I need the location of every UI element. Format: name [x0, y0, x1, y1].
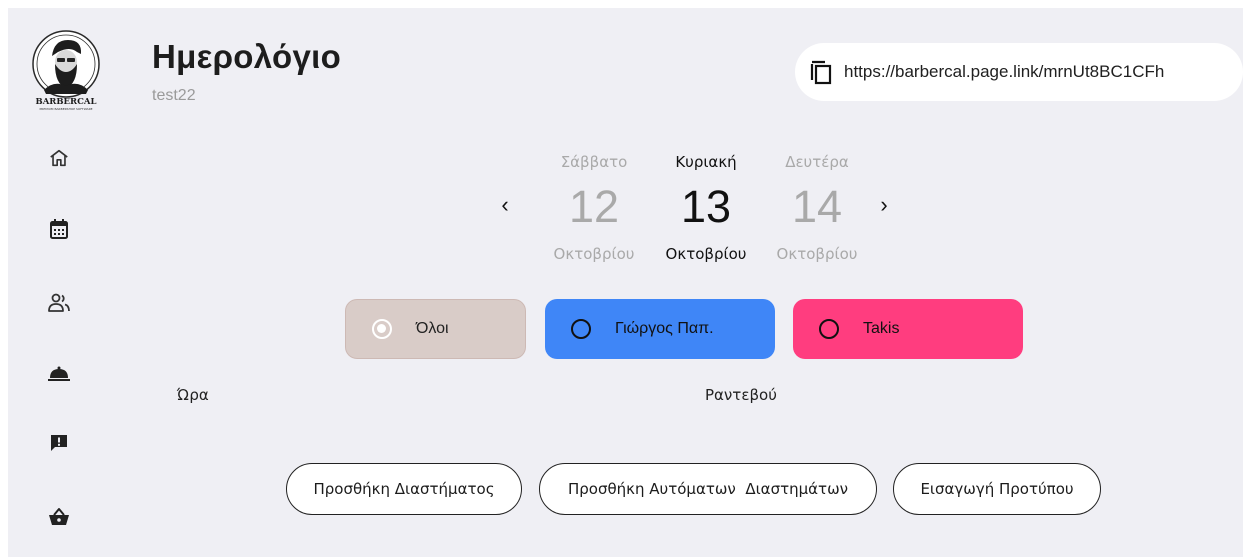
people-icon	[48, 293, 70, 312]
date-current[interactable]: Κυριακή 13 Οκτοβρίου	[651, 153, 761, 263]
sidebar-item-services[interactable]	[46, 361, 72, 387]
add-slot-button[interactable]: Προσθήκη Διαστήματος	[286, 463, 522, 515]
sidebar-item-customers[interactable]	[46, 290, 72, 316]
radio-unselected-icon[interactable]	[819, 319, 839, 339]
month-label: Οκτοβρίου	[776, 245, 858, 263]
filter-chip-label: Όλοι	[416, 320, 449, 337]
basket-icon	[49, 508, 69, 525]
day-number: 13	[680, 181, 732, 232]
barbercal-logo: BARBERCAL PREMIUM BARBERSHOP SOFTWARE	[24, 22, 108, 112]
page-subtitle: test22	[152, 87, 196, 104]
page-title: Ημερολόγιο	[152, 38, 342, 75]
home-icon	[50, 149, 68, 167]
sidebar-item-home[interactable]	[46, 145, 72, 171]
svg-text:BARBERCAL: BARBERCAL	[36, 97, 97, 107]
share-link-text[interactable]: https://barbercal.page.link/mrnUt8BC1CFh	[844, 62, 1164, 82]
share-link-pill[interactable]: https://barbercal.page.link/mrnUt8BC1CFh	[795, 43, 1243, 101]
add-auto-slots-button[interactable]: Προσθήκη Αυτόματων Διαστημάτων	[539, 463, 877, 515]
day-number: 12	[568, 181, 620, 232]
date-next[interactable]: Δευτέρα 14 Οκτοβρίου	[762, 153, 872, 263]
date-prev[interactable]: Σάββατο 12 Οκτοβρίου	[539, 153, 649, 263]
copy-icon[interactable]	[809, 59, 833, 85]
next-day-arrow[interactable]: ›	[874, 192, 894, 218]
feedback-icon	[51, 435, 67, 451]
svg-text:PREMIUM BARBERSHOP SOFTWARE: PREMIUM BARBERSHOP SOFTWARE	[39, 107, 92, 111]
filter-chip-all[interactable]: Όλοι	[345, 299, 526, 359]
calendar-icon	[50, 219, 68, 239]
column-header-time: Ώρα	[177, 386, 209, 404]
weekday-label: Σάββατο	[560, 153, 628, 171]
weekday-label: Κυριακή	[675, 153, 737, 171]
sidebar-item-feedback[interactable]	[46, 430, 72, 456]
radio-unselected-icon[interactable]	[571, 319, 591, 339]
sidebar-item-shop[interactable]	[46, 504, 72, 530]
filter-chip-takis[interactable]: Takis	[793, 299, 1023, 359]
month-label: Οκτοβρίου	[665, 245, 747, 263]
day-number: 14	[791, 181, 843, 232]
filter-chip-label: Γιώργος Παπ.	[615, 320, 714, 337]
app-window: BARBERCAL PREMIUM BARBERSHOP SOFTWARE Ημ…	[8, 8, 1243, 557]
import-template-button[interactable]: Εισαγωγή Προτύπου	[893, 463, 1101, 515]
radio-selected-icon[interactable]	[372, 319, 392, 339]
sidebar-item-calendar[interactable]	[46, 216, 72, 242]
prev-day-arrow[interactable]: ‹	[495, 192, 515, 218]
filter-chip-giorgos[interactable]: Γιώργος Παπ.	[545, 299, 775, 359]
filter-chip-label: Takis	[863, 320, 900, 337]
weekday-label: Δευτέρα	[785, 153, 849, 171]
cloche-icon	[48, 366, 70, 381]
month-label: Οκτοβρίου	[553, 245, 635, 263]
column-header-appointment: Ραντεβού	[705, 386, 777, 404]
